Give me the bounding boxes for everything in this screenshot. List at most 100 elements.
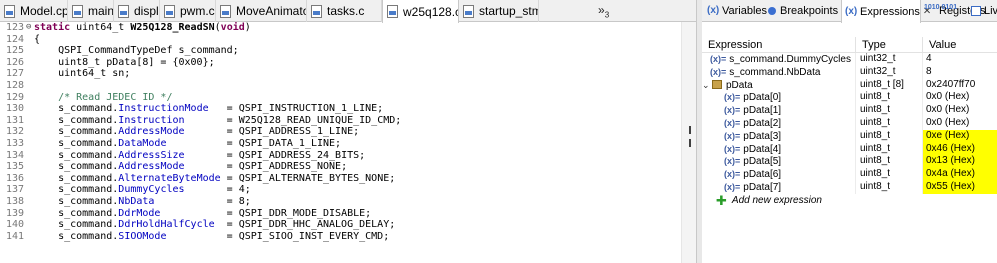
editor-tab[interactable]: startup_stm...	[459, 0, 539, 22]
code-editor[interactable]: Model.cpp main.c display.c pwm.c MoveAnimato…	[0, 0, 696, 263]
expression-row[interactable]: (x)= pData[0] uint8_t 0x0 (Hex)	[702, 91, 997, 105]
code-line[interactable]: 132 s_command.AddressMode = QSPI_ADDRESS…	[0, 126, 680, 138]
code-token: static	[34, 22, 77, 33]
expand-chevron-icon[interactable]: ⌄	[702, 79, 712, 92]
code-token: AddressMode	[118, 161, 185, 173]
expression-name: pData[6]	[743, 169, 782, 181]
ruler-marker[interactable]	[689, 139, 691, 147]
code-line[interactable]: 136 s_command.AlternateByteMode = QSPI_A…	[0, 173, 680, 185]
code-line[interactable]: 141 s_command.SIOOMode = QSPI_SIOO_INST_…	[0, 231, 680, 243]
code-line[interactable]: 123 ⊖ static uint64_t W25Q128_ReadSN(void)	[0, 22, 680, 34]
view-tab[interactable]: Live	[968, 0, 997, 22]
expression-cell: ⌄ pData	[702, 78, 856, 92]
code-line[interactable]: 128	[0, 80, 680, 92]
code-line[interactable]: 124 {	[0, 34, 680, 46]
code-text: s_command.DataMode = QSPI_DATA_1_LINE;	[34, 138, 341, 150]
column-header-expression[interactable]: Expression	[702, 37, 856, 52]
expression-row[interactable]: (x)= s_command.NbData uint32_t 8	[702, 65, 997, 79]
code-line[interactable]: 139 s_command.DdrMode = QSPI_DDR_MODE_DI…	[0, 208, 680, 220]
c-file-icon	[220, 4, 231, 18]
expression-row[interactable]: ⌄ pData uint8_t [8] 0x2407ff70	[702, 78, 997, 92]
view-tab[interactable]: 1010 0101 Registers	[921, 0, 985, 22]
expression-row[interactable]: (x)= s_command.DummyCycles uint32_t 4	[702, 53, 997, 66]
editor-tab-label: display.c	[134, 4, 159, 18]
fold-gutter	[26, 92, 34, 104]
c-file-icon	[311, 4, 322, 18]
variable-icon: (x)=	[724, 181, 741, 192]
ruler-marker[interactable]	[689, 126, 691, 134]
fold-toggle-icon[interactable]: ⊖	[26, 22, 34, 34]
code-token: s_command.	[34, 149, 119, 161]
view-tab[interactable]: (x) Variables	[704, 0, 767, 22]
expression-row[interactable]: (x)= pData[3] uint8_t 0xe (Hex)	[702, 129, 997, 143]
code-line[interactable]: 137 s_command.DummyCycles = 4;	[0, 184, 680, 196]
overview-ruler[interactable]	[681, 22, 696, 263]
code-line[interactable]: 131 s_command.Instruction = W25Q128_READ…	[0, 115, 680, 127]
code-line[interactable]: 133 s_command.DataMode = QSPI_DATA_1_LIN…	[0, 138, 680, 150]
variable-icon: (x)=	[724, 143, 741, 154]
value-cell[interactable]: 0x0 (Hex)	[923, 117, 997, 130]
expression-name: pData[7]	[743, 181, 782, 193]
column-header-value[interactable]: Value	[923, 37, 997, 52]
type-cell: uint8_t	[856, 142, 923, 156]
fold-gutter	[26, 45, 34, 57]
live-expressions-icon	[971, 6, 981, 16]
changed-value-cell[interactable]: 0x46 (Hex)	[923, 142, 997, 156]
view-tab[interactable]: Breakpoints	[764, 0, 841, 22]
code-line[interactable]: 135 s_command.AddressMode = QSPI_ADDRESS…	[0, 161, 680, 173]
view-tab-label: Live	[984, 5, 997, 17]
expression-name: pData	[726, 79, 753, 91]
code-line[interactable]: 126 uint8_t pData[8] = {0x00};	[0, 57, 680, 69]
view-tab-label: Breakpoints	[780, 5, 839, 17]
editor-tab[interactable]: w25q128.c✕	[382, 0, 459, 23]
editor-tab[interactable]: tasks.c	[307, 0, 382, 22]
code-line[interactable]: 127 uint64_t sn;	[0, 68, 680, 80]
value-cell[interactable]: 8	[923, 66, 997, 79]
fold-gutter	[26, 103, 34, 115]
code-line[interactable]: 125 QSPI_CommandTypeDef s_command;	[0, 45, 680, 57]
value-cell[interactable]: 0x2407ff70	[923, 79, 997, 92]
changed-value-cell[interactable]: 0x13 (Hex)	[923, 155, 997, 169]
code-token: SIOOMode	[118, 230, 167, 242]
code-line[interactable]: 138 s_command.NbData = 8;	[0, 196, 680, 208]
fold-gutter	[26, 80, 34, 92]
tab-overflow-button[interactable]: »3	[598, 3, 609, 19]
code-line[interactable]: 140 s_command.DdrHoldHalfCycle = QSPI_DD…	[0, 219, 680, 231]
expression-row[interactable]: (x)= pData[5] uint8_t 0x13 (Hex)	[702, 155, 997, 169]
add-new-expression[interactable]: ✚ Add new expression	[702, 193, 997, 208]
expression-row[interactable]: (x)= pData[2] uint8_t 0x0 (Hex)	[702, 116, 997, 130]
code-token: void	[220, 22, 245, 33]
expression-row[interactable]: (x)= pData[7] uint8_t 0x55 (Hex)	[702, 180, 997, 194]
changed-value-cell[interactable]: 0x55 (Hex)	[923, 180, 997, 194]
code-token: DdrHoldHalfCycle	[118, 219, 215, 231]
variable-icon: (x)=	[724, 130, 741, 141]
view-tab[interactable]: (x) Expressions ✕	[841, 0, 931, 23]
code-token: s_command.	[34, 126, 119, 138]
code-line[interactable]: 130 s_command.InstructionMode = QSPI_INS…	[0, 103, 680, 115]
expression-name: s_command.NbData	[729, 66, 821, 78]
editor-tab[interactable]: MoveAnimato...	[216, 0, 307, 22]
code-token: InstructionMode	[118, 103, 209, 115]
code-token: uint8_t pData[8] = {0x00};	[34, 56, 215, 68]
changed-value-cell[interactable]: 0x4a (Hex)	[923, 168, 997, 181]
code-area[interactable]: 123 ⊖ static uint64_t W25Q128_ReadSN(void)…	[0, 22, 680, 263]
editor-tab[interactable]: Model.cpp	[0, 0, 68, 22]
code-text: s_command.AlternateByteMode = QSPI_ALTER…	[34, 173, 395, 185]
value-cell[interactable]: 0x0 (Hex)	[923, 91, 997, 104]
expression-row[interactable]: (x)= pData[1] uint8_t 0x0 (Hex)	[702, 104, 997, 117]
code-token: AlternateByteMode	[118, 172, 221, 184]
value-cell[interactable]: 4	[923, 53, 997, 66]
value-cell[interactable]: 0x0 (Hex)	[923, 104, 997, 117]
c-file-icon	[463, 4, 474, 18]
expression-row[interactable]: (x)= pData[4] uint8_t 0x46 (Hex)	[702, 142, 997, 156]
editor-tab[interactable]: main.c	[68, 0, 114, 22]
code-line[interactable]: 129 /* Read JEDEC ID */	[0, 92, 680, 104]
changed-value-cell[interactable]: 0xe (Hex)	[923, 129, 997, 143]
editor-tab[interactable]: display.c	[114, 0, 160, 22]
expression-name: pData[4]	[743, 143, 782, 155]
code-line[interactable]: 134 s_command.AddressSize = QSPI_ADDRESS…	[0, 150, 680, 162]
line-number: 140	[5, 219, 24, 231]
column-header-type[interactable]: Type	[856, 37, 923, 52]
expression-row[interactable]: (x)= pData[6] uint8_t 0x4a (Hex)	[702, 168, 997, 181]
editor-tab[interactable]: pwm.c	[160, 0, 216, 22]
